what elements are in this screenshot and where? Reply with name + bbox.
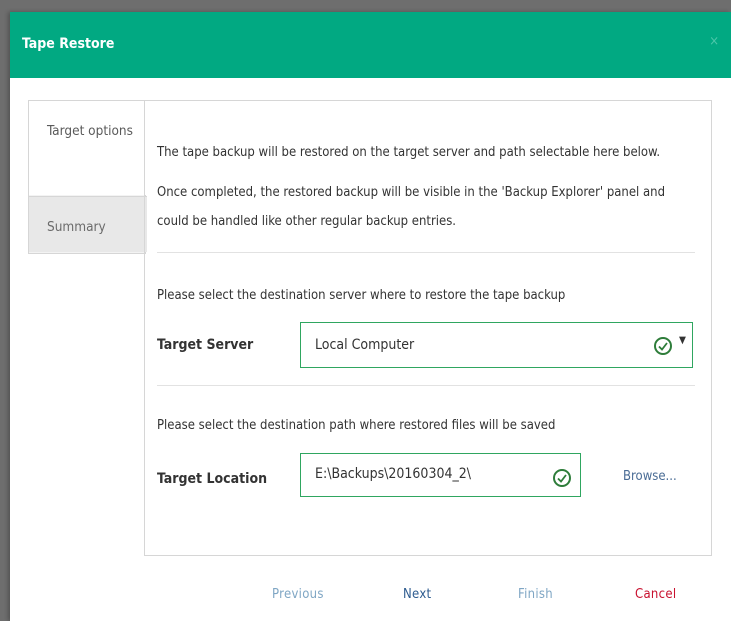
- target-server-value: Local Computer: [315, 337, 415, 353]
- intro-text-line1: The tape backup will be restored on the …: [157, 145, 661, 160]
- tape-restore-dialog: Tape Restore × Target options Summary Th…: [10, 12, 731, 621]
- target-options-panel: The tape backup will be restored on the …: [144, 100, 712, 556]
- intro-text-line2: Once completed, the restored backup will…: [157, 185, 665, 200]
- cancel-button[interactable]: Cancel: [635, 587, 676, 602]
- finish-button[interactable]: Finish: [518, 587, 553, 602]
- step-label: Target options: [47, 123, 133, 139]
- target-location-value: E:\Backups\20160304_2\: [315, 466, 472, 482]
- valid-check-icon: [654, 337, 672, 355]
- server-prompt: Please select the destination server whe…: [157, 288, 566, 303]
- path-prompt: Please select the destination path where…: [157, 418, 556, 433]
- wizard-steps: Target options Summary: [28, 100, 147, 254]
- dialog-header: Tape Restore ×: [10, 12, 731, 78]
- close-icon[interactable]: ×: [709, 34, 719, 49]
- target-server-select[interactable]: Local Computer ▼: [300, 322, 693, 368]
- valid-check-icon: [553, 469, 571, 487]
- previous-button[interactable]: Previous: [272, 587, 324, 602]
- target-location-input[interactable]: E:\Backups\20160304_2\: [300, 453, 581, 497]
- step-label: Summary: [47, 219, 106, 235]
- step-summary[interactable]: Summary: [29, 196, 147, 252]
- divider: [157, 385, 695, 386]
- browse-button[interactable]: Browse...: [623, 469, 677, 484]
- target-location-label: Target Location: [157, 471, 268, 487]
- step-target-options[interactable]: Target options: [29, 101, 147, 195]
- dialog-title: Tape Restore: [22, 36, 115, 52]
- chevron-down-icon: ▼: [679, 335, 686, 346]
- divider: [157, 252, 695, 253]
- intro-text-line3: could be handled like other regular back…: [157, 214, 457, 229]
- next-button[interactable]: Next: [403, 587, 431, 602]
- target-server-label: Target Server: [157, 337, 254, 353]
